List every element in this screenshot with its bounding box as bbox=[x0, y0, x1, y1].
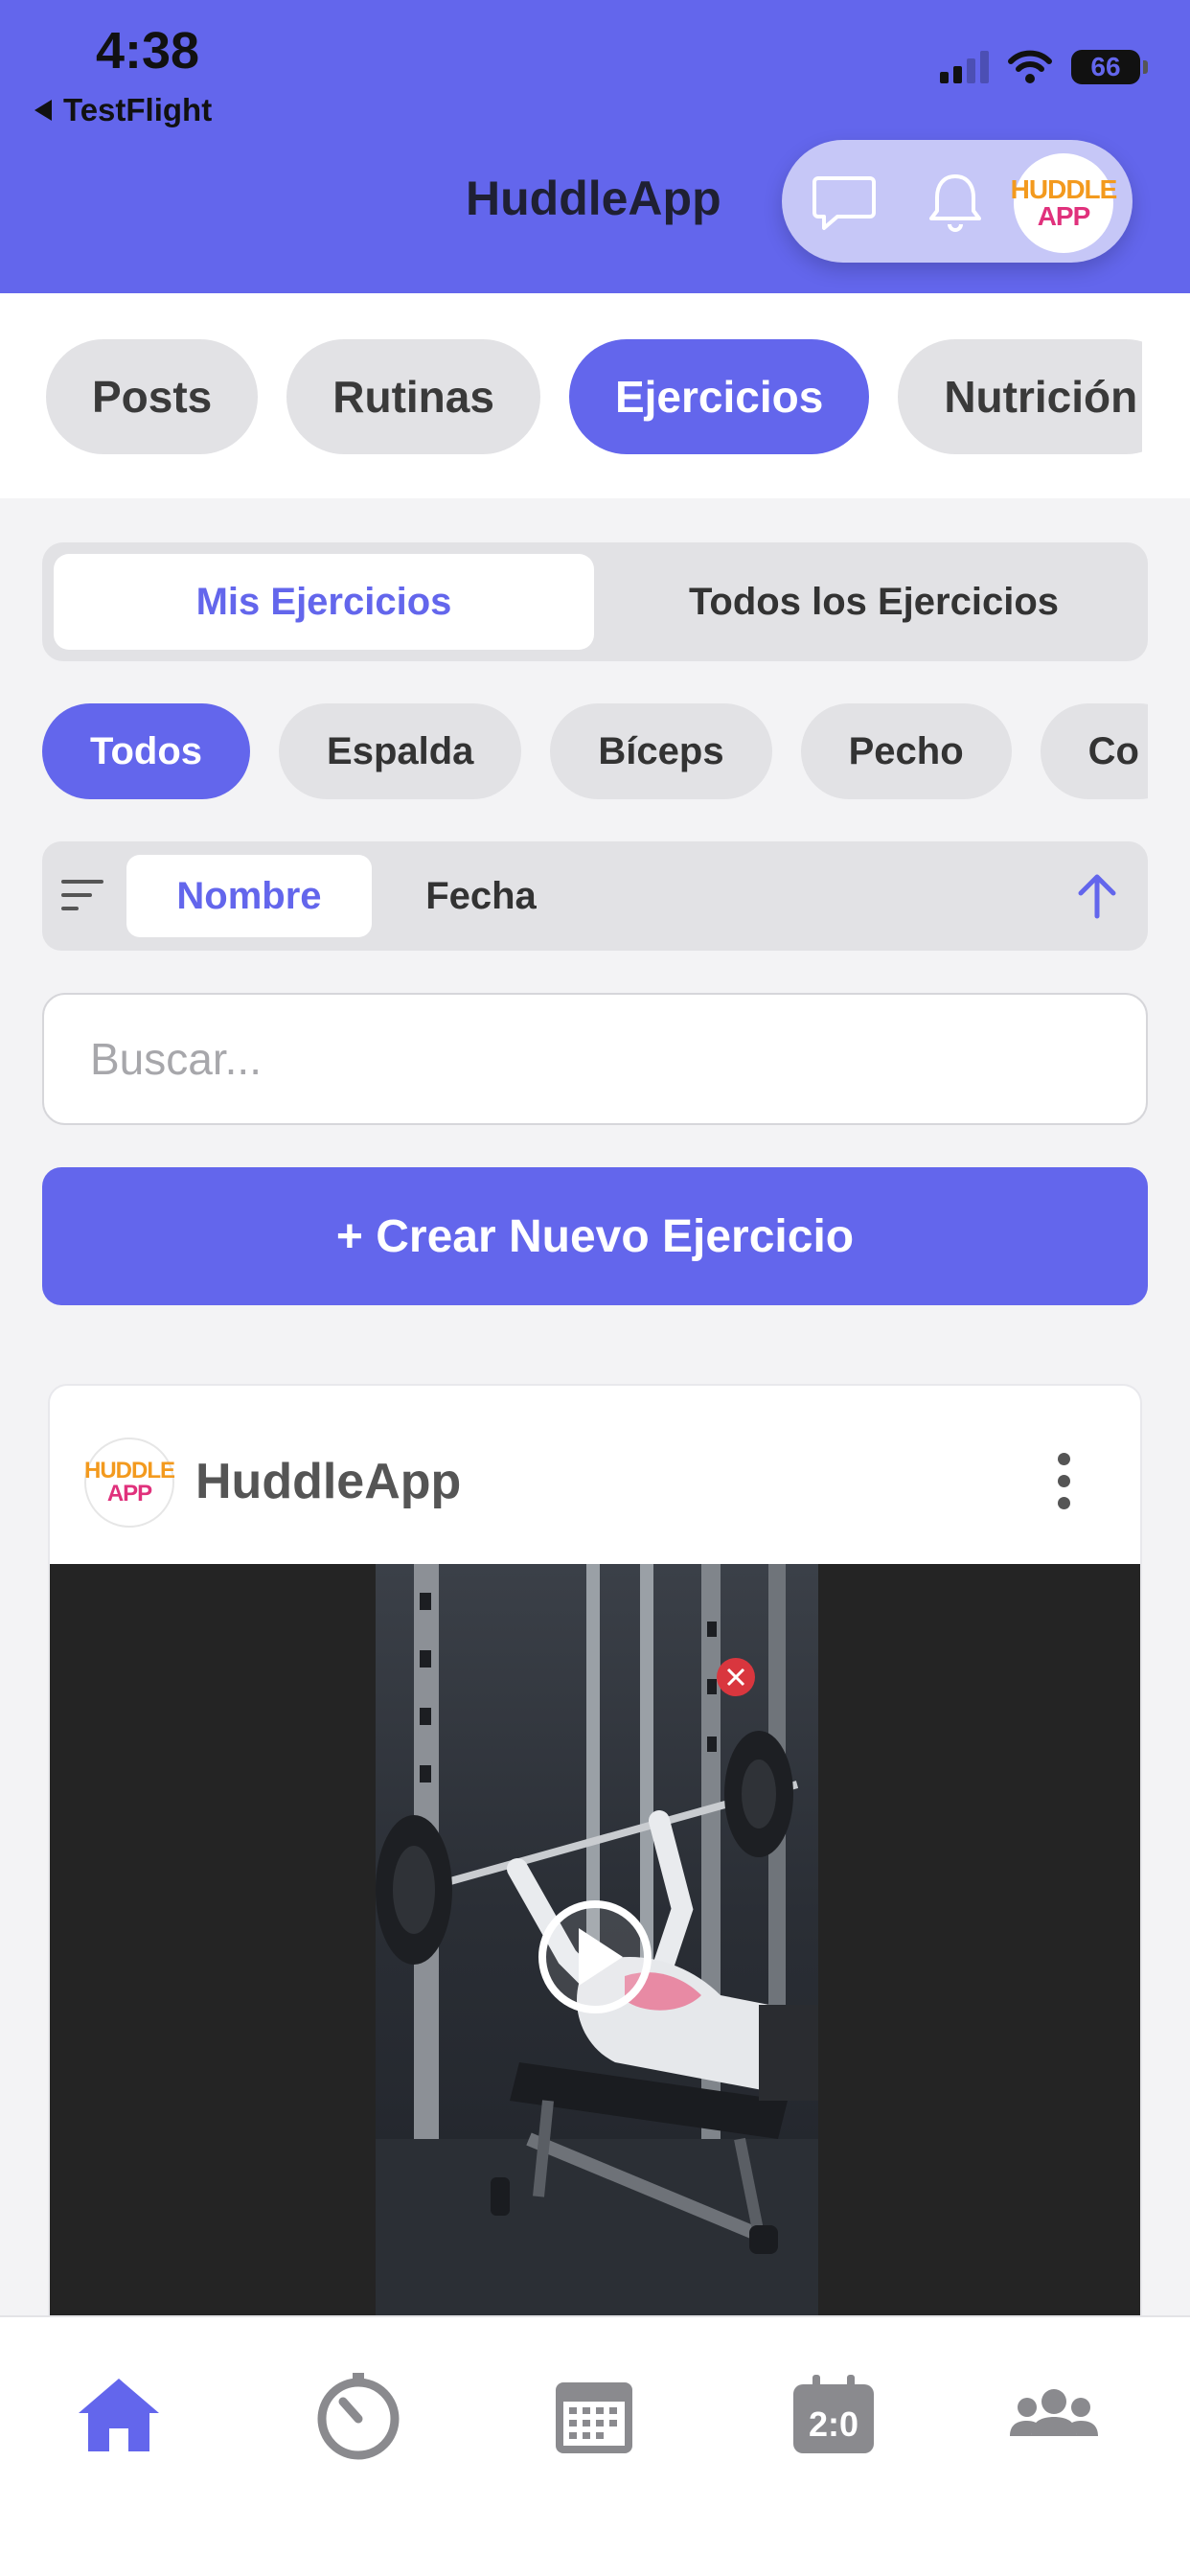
tab-rutinas[interactable]: Rutinas bbox=[286, 339, 540, 454]
post-author-avatar[interactable]: HUDDLE APP bbox=[84, 1438, 175, 1528]
exercise-video[interactable] bbox=[50, 1564, 1140, 2340]
more-options-icon[interactable] bbox=[1058, 1453, 1073, 1510]
sort-lines-icon[interactable] bbox=[59, 876, 105, 914]
segment-mis-ejercicios[interactable]: Mis Ejercicios bbox=[54, 554, 594, 650]
app-title: HuddleApp bbox=[466, 172, 721, 225]
scoreboard-icon[interactable]: 2:0 bbox=[786, 2367, 881, 2463]
post-author-name[interactable]: HuddleApp bbox=[195, 1453, 461, 1510]
sort-bar: Nombre Fecha bbox=[42, 841, 1148, 951]
logo-text-bottom: APP bbox=[106, 1481, 152, 1506]
tab-ejercicios[interactable]: Ejercicios bbox=[568, 339, 870, 454]
status-time: 4:38 bbox=[96, 22, 200, 80]
back-triangle-icon bbox=[34, 100, 52, 121]
logo-text-top: HUDDLE bbox=[1010, 174, 1118, 204]
calendar-icon[interactable] bbox=[546, 2367, 642, 2463]
filter-chip-todos[interactable]: Todos bbox=[42, 703, 251, 799]
timer-icon[interactable] bbox=[310, 2367, 406, 2463]
muscle-filter-chips: Todos Espalda Bíceps Pecho Co bbox=[42, 703, 1148, 801]
back-to-app-link[interactable]: TestFlight bbox=[34, 92, 212, 128]
chat-icon[interactable] bbox=[811, 169, 878, 236]
bell-icon[interactable] bbox=[922, 169, 989, 236]
battery-indicator: 66 bbox=[1071, 50, 1148, 84]
filter-chip-biceps[interactable]: Bíceps bbox=[550, 703, 772, 799]
cellular-signal-icon bbox=[940, 51, 989, 83]
arrow-up-icon[interactable] bbox=[1071, 870, 1123, 922]
tab-posts[interactable]: Posts bbox=[46, 339, 259, 454]
search-input[interactable] bbox=[42, 993, 1148, 1125]
sort-by-name[interactable]: Nombre bbox=[126, 855, 372, 937]
profile-avatar[interactable]: HUDDLE APP bbox=[1011, 153, 1117, 253]
sort-by-date[interactable]: Fecha bbox=[395, 855, 567, 937]
svg-text:2:0: 2:0 bbox=[809, 2404, 858, 2444]
video-thumbnail bbox=[376, 1564, 818, 2340]
category-tab-bar: Posts Rutinas Ejercicios Nutrición bbox=[0, 293, 1190, 498]
app-header: 4:38 TestFlight 66 HuddleApp HUDDLE APP bbox=[0, 0, 1190, 293]
logo-text-top: HUDDLE bbox=[84, 1458, 175, 1484]
tab-bar-edge bbox=[1142, 293, 1190, 498]
status-indicators: 66 bbox=[940, 50, 1148, 84]
tab-nutricion[interactable]: Nutrición bbox=[898, 339, 1184, 454]
header-actions: HUDDLE APP bbox=[782, 140, 1133, 263]
filter-chip-espalda[interactable]: Espalda bbox=[279, 703, 522, 799]
exercise-post-card: HUDDLE APP HuddleApp bbox=[48, 1384, 1142, 2342]
create-exercise-button[interactable]: + Crear Nuevo Ejercicio bbox=[42, 1167, 1148, 1305]
logo-text-bottom: APP bbox=[1037, 201, 1091, 231]
bottom-navigation: 2:0 bbox=[0, 2315, 1190, 2576]
bench-press-illustration bbox=[376, 1564, 818, 2340]
wifi-icon bbox=[1008, 50, 1052, 83]
segment-todos-los-ejercicios[interactable]: Todos los Ejercicios bbox=[607, 554, 1140, 650]
home-icon[interactable] bbox=[71, 2367, 167, 2463]
exercise-scope-segment: Mis Ejercicios Todos los Ejercicios bbox=[42, 542, 1148, 661]
back-app-label: TestFlight bbox=[63, 92, 213, 127]
filter-chip-partial[interactable]: Co bbox=[1040, 703, 1148, 799]
filter-chip-pecho[interactable]: Pecho bbox=[800, 703, 1012, 799]
community-icon[interactable] bbox=[1006, 2367, 1102, 2463]
